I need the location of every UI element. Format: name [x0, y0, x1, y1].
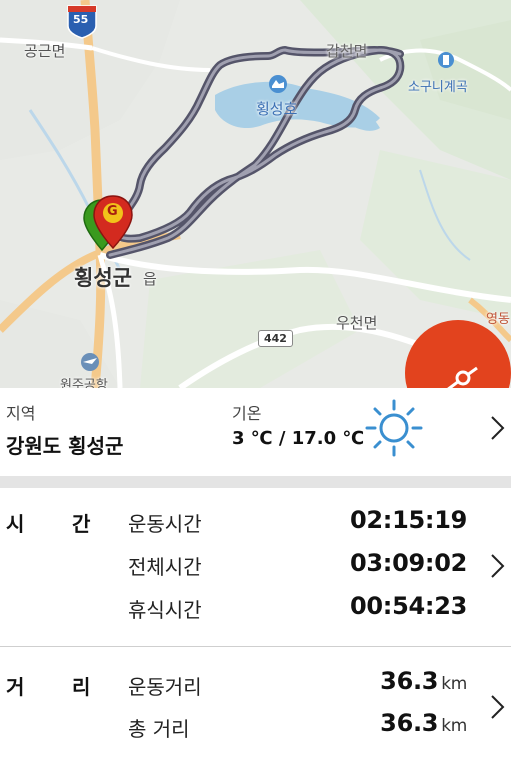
moving-distance-unit: km	[441, 674, 467, 694]
distance-section[interactable]: 거 리 운동거리 36.3 km 총 거리 36.3 km	[0, 647, 511, 761]
moving-distance-value: 36.3 km	[380, 667, 467, 695]
chevron-right-icon[interactable]	[489, 414, 507, 442]
time-section[interactable]: 시 간 운동시간 02:15:19 전체시간 03:09:02 휴식시간 00:…	[0, 488, 511, 646]
temperature-label: 기온	[232, 404, 262, 423]
map-label-eup: 읍	[143, 270, 157, 288]
temperature-value: 3 ℃ / 17.0 ℃	[232, 428, 365, 449]
map-label-hoengseong-lake: 횡성호	[256, 100, 298, 118]
total-distance-number: 36.3	[380, 709, 439, 737]
total-distance-value: 36.3 km	[380, 709, 467, 737]
moving-distance-label: 운동거리	[128, 675, 202, 699]
total-time-label: 전체시간	[128, 555, 202, 579]
region-value: 강원도 횡성군	[6, 434, 124, 458]
time-header-right: 간	[72, 512, 91, 536]
distance-header-right: 리	[72, 675, 91, 699]
map-label-sogunigyegok: 소구니계곡	[408, 80, 468, 95]
chevron-right-icon[interactable]	[489, 552, 507, 580]
goal-marker-label: G	[107, 204, 118, 219]
map-label-east-road: 영동	[486, 312, 510, 327]
region-weather-row[interactable]: 지역 강원도 횡성군 기온 3 ℃ / 17.0 ℃	[0, 388, 511, 476]
rest-time-label: 휴식시간	[128, 598, 202, 622]
route-442-shield: 442	[258, 330, 293, 347]
total-distance-label: 총 거리	[128, 717, 190, 741]
total-distance-unit: km	[441, 716, 467, 736]
map-label-wonju-airport: 원주공항	[60, 378, 108, 388]
time-header-left: 시	[6, 512, 25, 536]
map-label-ucheon: 우천면	[336, 314, 378, 332]
moving-distance-number: 36.3	[380, 667, 439, 695]
section-divider	[0, 476, 511, 488]
distance-header-left: 거	[6, 675, 25, 699]
sun-icon	[365, 399, 423, 457]
route-track	[106, 46, 405, 259]
region-label: 지역	[6, 404, 36, 423]
moving-time-label: 운동시간	[128, 512, 202, 536]
chevron-right-icon[interactable]	[489, 693, 507, 721]
total-time-value: 03:09:02	[350, 549, 467, 577]
rest-time-value: 00:54:23	[350, 592, 467, 620]
moving-time-value: 02:15:19	[350, 506, 467, 534]
route-55-label: 55	[73, 13, 89, 26]
map-label-hoengseong-county: 횡성군	[74, 266, 132, 290]
map-label-gapcheon: 갑천면	[326, 42, 368, 60]
map-label-gongeun: 공근면	[24, 42, 66, 60]
